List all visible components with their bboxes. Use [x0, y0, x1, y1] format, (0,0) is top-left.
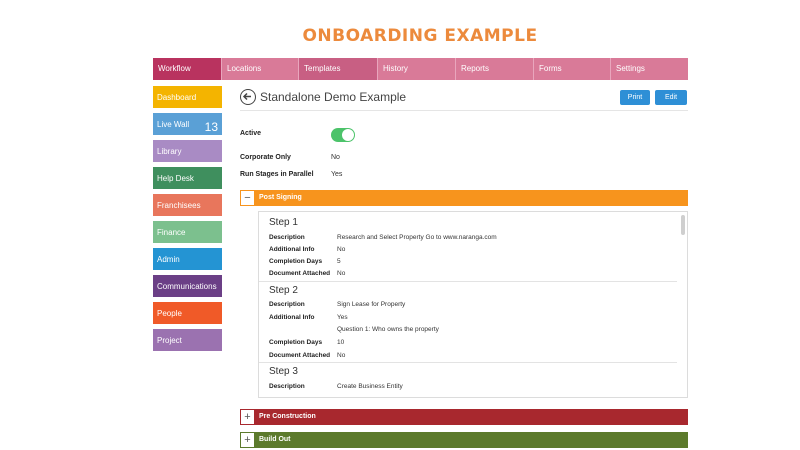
stage-name: Post Signing [259, 194, 302, 201]
sidebar-item-label: Library [157, 147, 182, 156]
step-field-value: No [337, 246, 346, 253]
stage-name: Pre Construction [259, 413, 316, 420]
nav-tab-forms[interactable]: Forms [533, 58, 610, 80]
stage-name: Build Out [259, 436, 291, 443]
step-field-value: No [337, 352, 346, 359]
nav-tab-history[interactable]: History [377, 58, 455, 80]
step-title: Step 3 [269, 366, 298, 377]
stage-build-out[interactable]: + Build Out [240, 432, 688, 448]
print-button[interactable]: Print [620, 90, 650, 105]
step-field-label: Document Attached [269, 270, 331, 277]
nav-tab-workflow[interactable]: Workflow [153, 58, 221, 80]
step-field-label: Description [269, 383, 305, 390]
page-title: ONBOARDING EXAMPLE [302, 26, 538, 46]
back-arrow-icon[interactable] [240, 89, 256, 105]
step-field-label: Document Attached [269, 352, 331, 359]
sidebar-item-label: Franchisees [157, 201, 201, 210]
workflow-detail: Standalone Demo Example Print Edit Activ… [240, 86, 688, 448]
sidebar-item-label: Finance [157, 228, 186, 237]
stage-pre-construction[interactable]: + Pre Construction [240, 409, 688, 425]
expand-icon[interactable]: + [240, 432, 255, 448]
sidebar-item-project[interactable]: Project [153, 329, 222, 351]
nav-tab-reports[interactable]: Reports [455, 58, 533, 80]
step-title: Step 1 [269, 217, 298, 228]
step-field-label: Description [269, 301, 305, 308]
workflow-header: Standalone Demo Example Print Edit [240, 86, 688, 111]
top-navigation: Workflow Locations Templates History Rep… [153, 58, 688, 80]
step-field-label: Description [269, 234, 305, 241]
step-divider [259, 362, 677, 363]
step-divider [259, 281, 677, 282]
sidebar: Dashboard Live Wall 13 Library Help Desk… [153, 86, 222, 356]
nav-tab-settings[interactable]: Settings [610, 58, 688, 80]
nav-tab-templates[interactable]: Templates [298, 58, 377, 80]
sidebar-item-communications[interactable]: Communications [153, 275, 222, 297]
step-field-value: No [337, 270, 346, 277]
nav-tab-locations[interactable]: Locations [221, 58, 298, 80]
corporate-only-value: No [331, 154, 340, 161]
step-field-value: Question 1: Who owns the property [337, 326, 439, 333]
active-label: Active [240, 130, 262, 137]
sidebar-item-library[interactable]: Library [153, 140, 222, 162]
step-field-value: 5 [337, 258, 341, 265]
step-field-label: Additional Info [269, 246, 315, 253]
steps-list[interactable]: Step 1 Description Research and Select P… [258, 211, 688, 398]
step-field-label: Additional Info [269, 314, 315, 321]
step-field-label: Completion Days [269, 258, 323, 265]
step-field-label: Completion Days [269, 339, 323, 346]
step-field-value: Sign Lease for Property [337, 301, 406, 308]
edit-button[interactable]: Edit [655, 90, 687, 105]
sidebar-item-live-wall[interactable]: Live Wall 13 [153, 113, 222, 135]
run-parallel-value: Yes [331, 171, 343, 178]
active-toggle[interactable] [331, 128, 355, 142]
sidebar-item-label: Help Desk [157, 174, 194, 183]
run-parallel-label: Run Stages in Parallel [240, 171, 314, 178]
steps-scrollbar[interactable] [681, 215, 685, 235]
corporate-only-label: Corporate Only [240, 154, 291, 161]
sidebar-item-label: People [157, 309, 182, 318]
sidebar-item-label: Dashboard [157, 93, 197, 102]
step-field-value: Yes [337, 314, 348, 321]
sidebar-item-label: Live Wall [157, 120, 190, 129]
sidebar-item-dashboard[interactable]: Dashboard [153, 86, 222, 108]
expand-icon[interactable]: + [240, 409, 255, 425]
sidebar-item-people[interactable]: People [153, 302, 222, 324]
stage-post-signing[interactable]: − Post Signing [240, 190, 688, 206]
sidebar-item-finance[interactable]: Finance [153, 221, 222, 243]
collapse-icon[interactable]: − [240, 190, 255, 206]
sidebar-item-label: Project [157, 336, 182, 345]
sidebar-item-help-desk[interactable]: Help Desk [153, 167, 222, 189]
sidebar-item-label: Communications [157, 282, 217, 291]
workflow-title: Standalone Demo Example [260, 90, 407, 104]
step-field-value: Create Business Entity [337, 383, 403, 390]
step-title: Step 2 [269, 285, 298, 296]
sidebar-item-admin[interactable]: Admin [153, 248, 222, 270]
step-field-value: 10 [337, 339, 345, 346]
sidebar-item-label: Admin [157, 255, 180, 264]
live-wall-count-badge: 13 [204, 120, 218, 134]
sidebar-item-franchisees[interactable]: Franchisees [153, 194, 222, 216]
step-field-value: Research and Select Property Go to www.n… [337, 234, 497, 241]
